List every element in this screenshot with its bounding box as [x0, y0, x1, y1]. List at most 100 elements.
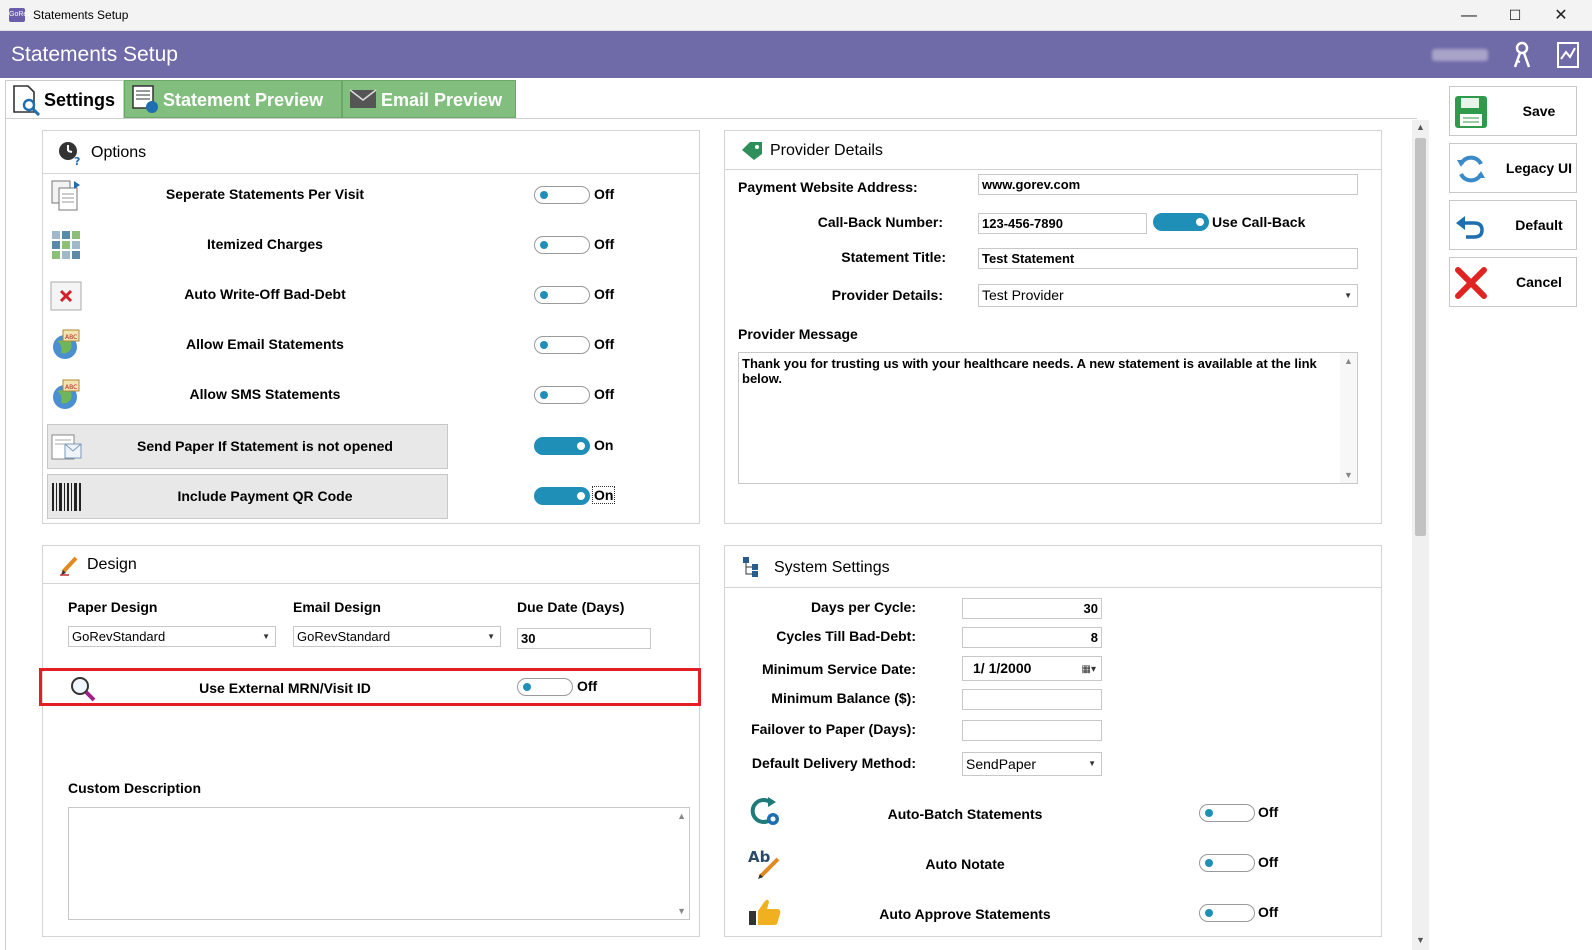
custom-description-label: Custom Description	[68, 780, 202, 796]
option-label: Auto Notate	[925, 856, 1005, 872]
legacy-ui-button[interactable]: Legacy UI	[1449, 143, 1577, 193]
scroll-up-arrow-icon[interactable]: ▲	[1416, 122, 1425, 132]
option-label: Include Payment QR Code	[177, 488, 353, 504]
auto-notate-toggle[interactable]	[1199, 854, 1255, 872]
use-callback-label: Use Call-Back	[1212, 214, 1306, 230]
separate-statements-icon	[50, 179, 82, 216]
maximize-button[interactable]: ☐	[1492, 0, 1538, 31]
callback-input[interactable]: 123-456-7890	[978, 213, 1147, 234]
statement-title-label: Statement Title:	[841, 249, 946, 265]
tab-settings[interactable]: Settings	[5, 80, 124, 118]
scroll-down-arrow-icon[interactable]: ▼	[1344, 470, 1353, 480]
envelope-icon	[349, 89, 377, 114]
toggle-state: Off	[1258, 854, 1279, 870]
external-id-toggle[interactable]	[517, 678, 573, 696]
provider-details-label: Provider Details:	[831, 287, 943, 303]
window-title: Statements Setup	[33, 8, 129, 22]
min-balance-label: Minimum Balance ($):	[771, 690, 916, 706]
auto-write-off-toggle[interactable]	[534, 286, 590, 304]
close-window-button[interactable]: ✕	[1538, 0, 1584, 31]
provider-message-text: Thank you for trusting us with your heal…	[742, 356, 1317, 386]
failover-input[interactable]	[962, 720, 1102, 741]
refresh-gear-icon	[748, 796, 782, 831]
option-label: Use External MRN/Visit ID	[199, 680, 371, 696]
scroll-down-arrow-icon[interactable]: ▼	[677, 906, 686, 916]
magnifier-icon	[69, 675, 97, 706]
write-off-icon	[50, 281, 82, 314]
toggle-state: Off	[594, 236, 615, 252]
options-title: Options	[91, 144, 147, 161]
tab-email-preview-label: Email Preview	[381, 90, 503, 110]
qr-code-toggle[interactable]	[534, 487, 590, 505]
design-title: Design	[87, 556, 137, 573]
provider-message-label: Provider Message	[738, 326, 858, 342]
paper-design-label: Paper Design	[68, 599, 158, 615]
svg-text:?: ?	[74, 155, 80, 166]
callback-label: Call-Back Number:	[817, 214, 943, 230]
provider-details-value: Test Provider	[982, 287, 1064, 303]
auto-approve-toggle[interactable]	[1199, 904, 1255, 922]
paper-mail-icon	[51, 432, 83, 465]
failover-label: Failover to Paper (Days):	[751, 721, 916, 737]
vertical-scrollbar[interactable]: ▲ ▼	[1412, 120, 1429, 950]
tab-statement-preview-label: Statement Preview	[163, 90, 324, 110]
cancel-button[interactable]: Cancel	[1449, 257, 1577, 307]
app-header: Statements Setup	[0, 31, 1592, 78]
email-design-select[interactable]: GoRevStandard ▼	[293, 626, 501, 647]
globe-email-icon: ABC	[51, 329, 81, 364]
scroll-up-arrow-icon[interactable]: ▲	[677, 811, 686, 821]
use-callback-toggle[interactable]	[1153, 213, 1209, 231]
cycles-bad-debt-label: Cycles Till Bad-Debt:	[776, 628, 916, 644]
default-button[interactable]: Default	[1449, 200, 1577, 250]
provider-message-textarea[interactable]: Thank you for trusting us with your heal…	[738, 352, 1358, 484]
statement-title-input[interactable]: Test Statement	[978, 248, 1358, 269]
itemized-charges-toggle[interactable]	[534, 236, 590, 254]
scroll-up-arrow-icon[interactable]: ▲	[1344, 356, 1353, 366]
scrollbar-thumb[interactable]	[1415, 138, 1426, 536]
dropdown-arrow-icon: ▼	[487, 632, 495, 641]
custom-description-textarea[interactable]: ▲ ▼	[68, 807, 690, 920]
message-scrollbar[interactable]: ▲ ▼	[1340, 353, 1357, 483]
provider-details-header: Provider Details	[725, 131, 1381, 170]
allow-email-toggle[interactable]	[534, 336, 590, 354]
cancel-label: Cancel	[1516, 274, 1562, 290]
provider-details-select[interactable]: Test Provider ▼	[978, 284, 1358, 307]
days-per-cycle-input[interactable]: 30	[962, 598, 1102, 619]
toggle-state: Off	[1258, 804, 1279, 820]
cycles-bad-debt-input[interactable]: 8	[962, 627, 1102, 648]
report-icon[interactable]	[1556, 41, 1580, 69]
system-settings-title: System Settings	[774, 559, 890, 576]
scroll-down-arrow-icon[interactable]: ▼	[1416, 935, 1425, 945]
website-input[interactable]: www.gorev.com	[978, 174, 1358, 195]
email-design-value: GoRevStandard	[297, 629, 391, 644]
tab-email-preview[interactable]: Email Preview	[342, 80, 516, 118]
tag-icon	[741, 141, 763, 164]
min-service-date-picker[interactable]: 1/ 1/2000 ▦▾	[962, 656, 1102, 681]
cancel-x-icon	[1454, 266, 1488, 300]
option-label: Itemized Charges	[207, 236, 323, 252]
auto-batch-toggle[interactable]	[1199, 804, 1255, 822]
toggle-state: On	[592, 486, 616, 504]
separate-statements-toggle[interactable]	[534, 186, 590, 204]
svg-text:ABC: ABC	[65, 384, 77, 391]
due-date-input[interactable]: 30	[517, 628, 651, 649]
tab-statement-preview[interactable]: Statement Preview	[124, 80, 342, 118]
minimize-button[interactable]: —	[1446, 0, 1492, 31]
min-service-date-value: 1/ 1/2000	[973, 660, 1032, 676]
email-design-label: Email Design	[293, 599, 381, 615]
window-title-bar: GoRev Statements Setup — ☐ ✕	[0, 0, 1592, 31]
calendar-icon[interactable]: ▦▾	[1082, 658, 1096, 680]
svg-text:Ab: Ab	[748, 848, 771, 866]
allow-sms-toggle[interactable]	[534, 386, 590, 404]
keys-icon[interactable]	[1509, 41, 1535, 69]
user-name-redacted	[1432, 49, 1488, 61]
delivery-method-select[interactable]: SendPaper ▼	[962, 752, 1102, 776]
min-balance-input[interactable]	[962, 689, 1102, 710]
days-per-cycle-label: Days per Cycle:	[810, 599, 916, 615]
default-label: Default	[1515, 217, 1563, 233]
paper-design-select[interactable]: GoRevStandard ▼	[68, 626, 276, 647]
legacy-ui-label: Legacy UI	[1505, 160, 1573, 176]
save-button[interactable]: Save	[1449, 86, 1577, 136]
itemized-grid-icon	[51, 230, 81, 263]
send-paper-toggle[interactable]	[534, 437, 590, 455]
